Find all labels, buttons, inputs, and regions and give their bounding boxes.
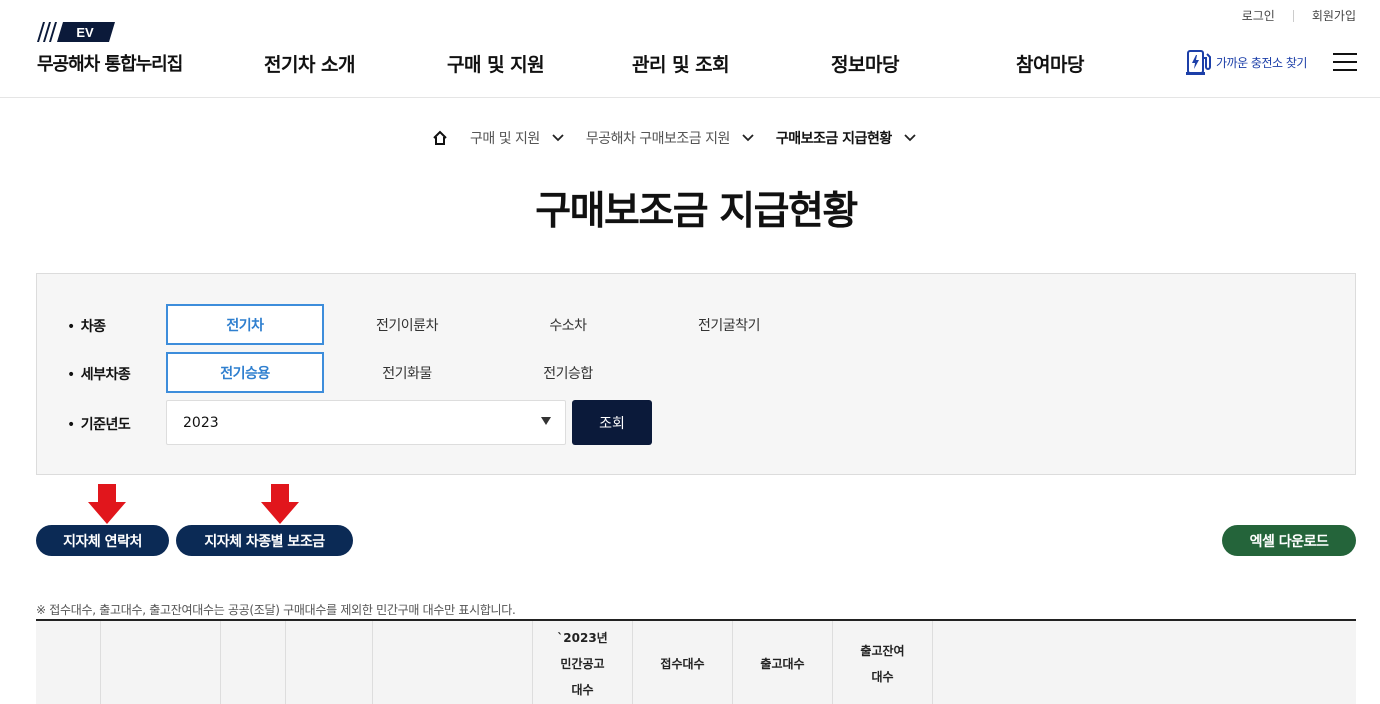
menu-icon[interactable] xyxy=(1333,53,1357,71)
chevron-down-icon xyxy=(552,134,564,142)
excel-download-button[interactable]: 엑셀 다운로드 xyxy=(1222,525,1356,556)
notice-text: ※ 접수대수, 출고대수, 출고잔여대수는 공공(조달) 구매대수를 제외한 민… xyxy=(36,603,516,617)
year-label: 기준년도 xyxy=(67,414,131,434)
site-header: 로그인 회원가입 EV 무공해차 통합누리집 전기차 소개 구매 및 지원 관리… xyxy=(0,0,1380,98)
breadcrumb-label: 구매 및 지원 xyxy=(470,131,540,147)
arrow-down-icon xyxy=(88,484,126,524)
ev-logo-icon[interactable]: EV xyxy=(37,22,117,42)
sub-type-option-bus[interactable]: 전기승합 xyxy=(489,352,647,393)
car-type-option-ev[interactable]: 전기차 xyxy=(166,304,324,345)
search-button[interactable]: 조회 xyxy=(572,400,652,445)
table-header-cell xyxy=(101,621,221,704)
sub-type-label: 세부차종 xyxy=(67,364,131,384)
filter-panel: 차종 전기차 전기이륜차 수소차 전기굴착기 세부차종 전기승용 전기화물 전기… xyxy=(36,273,1356,475)
table-header: `2023년 민간공고 대수 접수대수 출고대수 출고잔여 대수 xyxy=(36,619,1356,704)
breadcrumb: 구매 및 지원 무공해차 구매보조금 지원 구매보조금 지급현황 xyxy=(432,128,916,148)
year-select[interactable]: 2023 xyxy=(166,400,566,445)
nav-info[interactable]: 정보마당 xyxy=(831,50,899,77)
nav-ev-intro[interactable]: 전기차 소개 xyxy=(264,50,356,77)
nav-participation[interactable]: 참여마당 xyxy=(1016,50,1084,77)
page-title: 구매보조금 지급현황 xyxy=(535,189,858,234)
arrow-down-icon xyxy=(261,484,299,524)
charger-link-label: 가까운 충전소 찾기 xyxy=(1216,55,1307,70)
car-type-option-hydrogen[interactable]: 수소차 xyxy=(489,304,647,345)
breadcrumb-item[interactable]: 구매 및 지원 xyxy=(470,128,586,148)
breadcrumb-label: 구매보조금 지급현황 xyxy=(775,131,892,147)
table-header-cell xyxy=(221,621,286,704)
table-header-cell xyxy=(373,621,533,704)
car-type-option-e-motorcycle[interactable]: 전기이륜차 xyxy=(328,304,486,345)
table-header-cell-received: 접수대수 xyxy=(633,621,733,704)
local-gov-contact-button[interactable]: 지자체 연락처 xyxy=(36,525,169,556)
breadcrumb-item[interactable]: 무공해차 구매보조금 지원 xyxy=(586,128,776,148)
sub-type-option-passenger[interactable]: 전기승용 xyxy=(166,352,324,393)
utility-links: 로그인 회원가입 xyxy=(1242,7,1356,24)
table-header-cell-released: 출고대수 xyxy=(733,621,833,704)
table-header-cell xyxy=(933,621,1356,704)
car-type-label: 차종 xyxy=(67,316,106,336)
sub-type-option-truck[interactable]: 전기화물 xyxy=(328,352,486,393)
dropdown-arrow-icon xyxy=(541,417,551,425)
logo-text: EV xyxy=(76,25,94,40)
table-header-cell-notice-count: `2023년 민간공고 대수 xyxy=(533,621,633,704)
nav-purchase-support[interactable]: 구매 및 지원 xyxy=(447,50,545,77)
table-header-cell-remaining: 출고잔여 대수 xyxy=(833,621,933,704)
chevron-down-icon xyxy=(904,134,916,142)
home-icon[interactable] xyxy=(432,130,448,146)
nearby-charger-link[interactable]: 가까운 충전소 찾기 xyxy=(1186,48,1307,76)
breadcrumb-label: 무공해차 구매보조금 지원 xyxy=(585,131,731,147)
main-nav: 전기차 소개 구매 및 지원 관리 및 조회 정보마당 참여마당 xyxy=(0,50,1380,76)
car-type-option-e-excavator[interactable]: 전기굴착기 xyxy=(650,304,808,345)
signup-link[interactable]: 회원가입 xyxy=(1312,7,1356,24)
chevron-down-icon xyxy=(742,134,754,142)
nav-manage-lookup[interactable]: 관리 및 조회 xyxy=(632,50,730,77)
table-header-cell xyxy=(286,621,373,704)
charger-icon xyxy=(1186,50,1211,75)
table-header-cell xyxy=(36,621,101,704)
breadcrumb-current[interactable]: 구매보조금 지급현황 xyxy=(776,128,916,148)
login-link[interactable]: 로그인 xyxy=(1242,7,1275,24)
divider xyxy=(1292,9,1294,22)
year-value: 2023 xyxy=(183,414,219,431)
local-gov-subsidy-button[interactable]: 지자체 차종별 보조금 xyxy=(176,525,353,556)
